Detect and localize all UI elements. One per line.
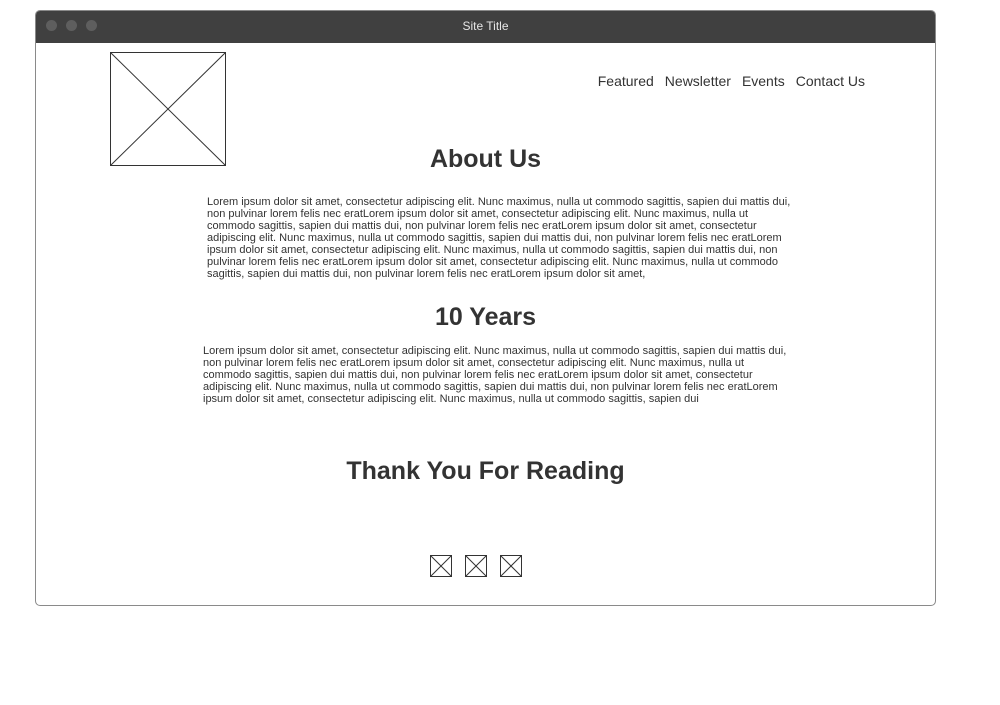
nav-item-events[interactable]: Events	[742, 73, 785, 89]
about-heading: About Us	[429, 145, 542, 173]
social-link-1-image-placeholder-icon[interactable]	[430, 555, 452, 577]
browser-window: Site Title Featured Newsletter Events Co…	[35, 10, 936, 606]
years-paragraph: Lorem ipsum dolor sit amet, consectetur …	[203, 345, 787, 405]
social-link-2-image-placeholder-icon[interactable]	[465, 555, 487, 577]
about-paragraph: Lorem ipsum dolor sit amet, consectetur …	[207, 196, 791, 280]
main-nav: Featured Newsletter Events Contact Us	[598, 73, 865, 89]
nav-item-newsletter[interactable]: Newsletter	[665, 73, 731, 89]
window-title: Site Title	[462, 19, 509, 33]
years-heading: 10 Years	[434, 303, 537, 331]
window-titlebar: Site Title	[36, 11, 935, 43]
social-links	[430, 555, 522, 577]
thanks-heading: Thank You For Reading	[346, 457, 625, 485]
nav-item-featured[interactable]: Featured	[598, 73, 654, 89]
social-link-3-image-placeholder-icon[interactable]	[500, 555, 522, 577]
nav-item-contact-us[interactable]: Contact Us	[796, 73, 865, 89]
